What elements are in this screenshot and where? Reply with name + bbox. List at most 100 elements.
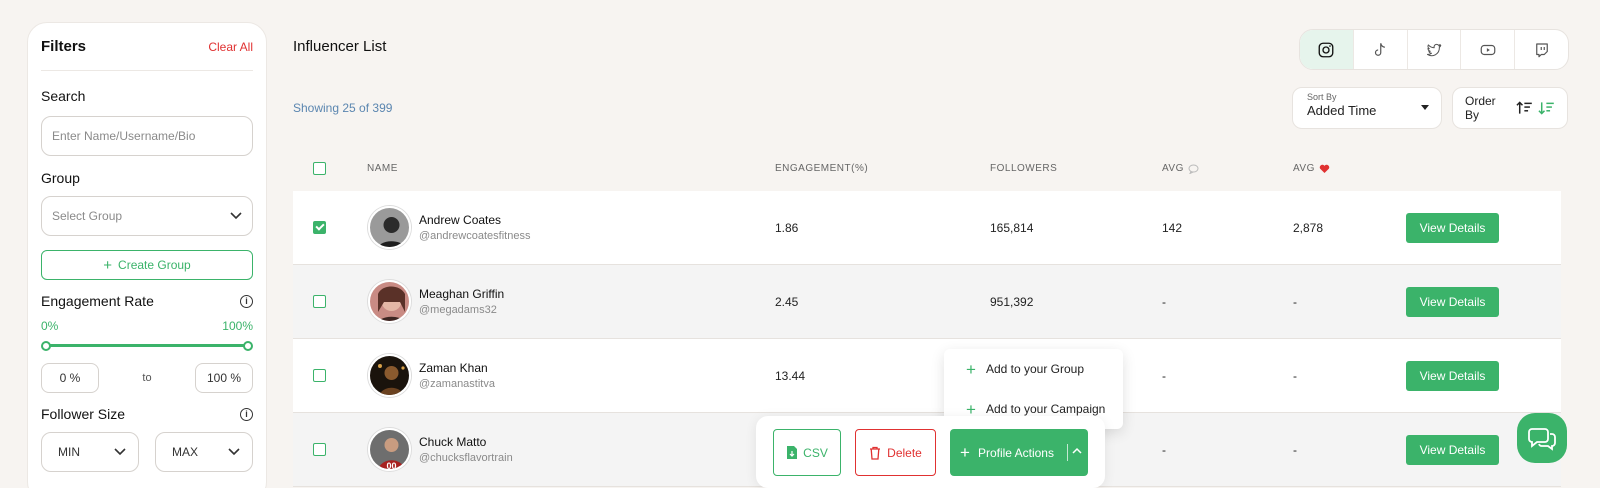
sort-by-select[interactable]: Sort By Added Time <box>1292 87 1442 129</box>
influencer-cell: Andrew Coates @andrewcoatesfitness <box>368 206 530 249</box>
row-check-cell <box>306 443 333 456</box>
influencer-cell: 00 Chuck Matto @chucksflavortrain <box>368 428 513 471</box>
engagement-max-label: 100% <box>222 319 253 333</box>
col-engagement-header[interactable]: ENGAGEMENT(%) <box>775 163 868 174</box>
profile-actions-button[interactable]: + Profile Actions <box>950 429 1088 476</box>
avg-comments-value: - <box>1162 294 1166 309</box>
avg-likes-value: - <box>1293 368 1297 383</box>
row-check-cell <box>306 295 333 308</box>
chat-bubbles-icon <box>1528 428 1556 451</box>
caret-down-icon <box>1421 105 1429 110</box>
svg-text:00: 00 <box>386 461 396 471</box>
menu-item-add-to-group[interactable]: + Add to your Group <box>944 349 1123 389</box>
view-details-button[interactable]: View Details <box>1406 286 1499 317</box>
influencer-handle: @andrewcoatesfitness <box>419 230 531 242</box>
button-divider <box>1067 444 1068 461</box>
platform-tabs <box>1299 29 1569 70</box>
influencer-name[interactable]: Chuck Matto <box>419 435 513 449</box>
sort-ascending-icon[interactable] <box>1515 100 1533 116</box>
delete-button[interactable]: Delete <box>855 429 936 476</box>
engagement-value: 2.45 <box>775 294 799 309</box>
slider-min-handle[interactable] <box>41 341 51 351</box>
plus-icon: + <box>966 399 976 419</box>
tab-twitter[interactable] <box>1406 30 1461 69</box>
plus-icon: + <box>960 443 970 462</box>
sort-by-value: Added Time <box>1307 103 1377 118</box>
table-header: NAME ENGAGEMENT(%) FOLLOWERS AVG AVG <box>293 146 1561 191</box>
avg-comments-value: 142 <box>1162 220 1183 235</box>
filters-panel: Filters Clear All Search Group Select Gr… <box>27 22 267 488</box>
row-checkbox[interactable] <box>313 443 326 456</box>
influencer-handle: @zamanastitva <box>419 378 495 390</box>
follower-max-select[interactable]: MAX <box>155 432 253 472</box>
row-checkbox[interactable] <box>313 295 326 308</box>
view-details-button[interactable]: View Details <box>1406 434 1499 465</box>
row-checkbox[interactable] <box>313 369 326 382</box>
csv-label: CSV <box>803 445 828 460</box>
export-csv-button[interactable]: CSV <box>773 429 841 476</box>
range-to-label: to <box>142 372 152 384</box>
avg-likes-label: AVG <box>1293 163 1315 174</box>
engagement-min-input[interactable]: 0 % <box>41 363 99 393</box>
menu-item-label: Add to your Campaign <box>985 402 1106 416</box>
tab-twitch[interactable] <box>1514 30 1568 69</box>
chevron-down-icon <box>114 448 126 456</box>
view-details-button[interactable]: View Details <box>1406 360 1499 391</box>
trash-icon <box>870 446 881 460</box>
view-details-button[interactable]: View Details <box>1406 212 1499 243</box>
select-all-cell <box>306 162 333 175</box>
avatar <box>368 206 411 249</box>
tab-tiktok[interactable] <box>1352 30 1407 69</box>
influencer-name[interactable]: Andrew Coates <box>419 213 530 227</box>
follower-size-label: Follower Size <box>41 406 126 422</box>
col-name-header[interactable]: NAME <box>367 163 398 174</box>
delete-label: Delete <box>887 445 922 460</box>
search-input[interactable] <box>41 116 253 156</box>
tab-youtube[interactable] <box>1460 30 1514 69</box>
chevron-down-icon <box>228 448 240 456</box>
info-icon[interactable]: i <box>240 294 253 308</box>
col-avg-likes-header[interactable]: AVG <box>1293 163 1330 174</box>
group-select[interactable]: Select Group <box>41 196 253 236</box>
engagement-min-label: 0% <box>41 319 59 333</box>
row-checkbox[interactable] <box>313 221 326 234</box>
tab-instagram[interactable] <box>1300 30 1353 69</box>
group-label: Group <box>41 170 80 186</box>
table-row[interactable]: Meaghan Griffin @megadams32 2.45 951,392… <box>293 265 1561 339</box>
profile-actions-label: Profile Actions <box>977 445 1054 460</box>
slider-track <box>46 344 248 347</box>
chat-support-button[interactable] <box>1517 413 1567 463</box>
info-icon[interactable]: i <box>240 407 253 421</box>
chevron-up-icon[interactable] <box>1072 447 1082 454</box>
avatar <box>368 354 411 397</box>
col-followers-header[interactable]: FOLLOWERS <box>990 163 1057 174</box>
influencer-name[interactable]: Meaghan Griffin <box>419 287 504 301</box>
engagement-max-input[interactable]: 100 % <box>195 363 253 393</box>
influencer-cell: Meaghan Griffin @megadams32 <box>368 280 504 323</box>
create-group-button[interactable]: + Create Group <box>41 250 253 280</box>
results-count: Showing 25 of 399 <box>293 101 393 115</box>
comment-icon <box>1188 164 1199 174</box>
avatar: 00 <box>368 428 411 471</box>
avg-comments-value: - <box>1162 442 1166 457</box>
engagement-range-labels: 0% 100% <box>41 319 253 333</box>
slider-max-handle[interactable] <box>243 341 253 351</box>
avg-likes-value: - <box>1293 442 1297 457</box>
influencer-name[interactable]: Zaman Khan <box>419 361 495 375</box>
filters-title: Filters <box>41 38 87 55</box>
bulk-action-bar: CSV Delete + Profile Actions <box>756 416 1105 488</box>
engagement-rate-label: Engagement Rate <box>41 293 154 309</box>
avatar <box>368 280 411 323</box>
engagement-value: 13.44 <box>775 368 806 383</box>
col-avg-comments-header[interactable]: AVG <box>1162 163 1199 174</box>
table-row[interactable]: Zaman Khan @zamanastitva 13.44 - - View … <box>293 339 1561 413</box>
follower-size-header: Follower Size i <box>41 406 253 422</box>
sort-descending-icon[interactable] <box>1538 100 1555 116</box>
follower-min-select[interactable]: MIN <box>41 432 139 472</box>
table-row[interactable]: Andrew Coates @andrewcoatesfitness 1.86 … <box>293 191 1561 265</box>
follower-size-selects: MIN MAX <box>41 432 253 472</box>
engagement-slider[interactable] <box>41 341 253 351</box>
clear-all-link[interactable]: Clear All <box>208 40 253 54</box>
followers-value: 165,814 <box>990 220 1034 235</box>
select-all-checkbox[interactable] <box>313 162 326 175</box>
